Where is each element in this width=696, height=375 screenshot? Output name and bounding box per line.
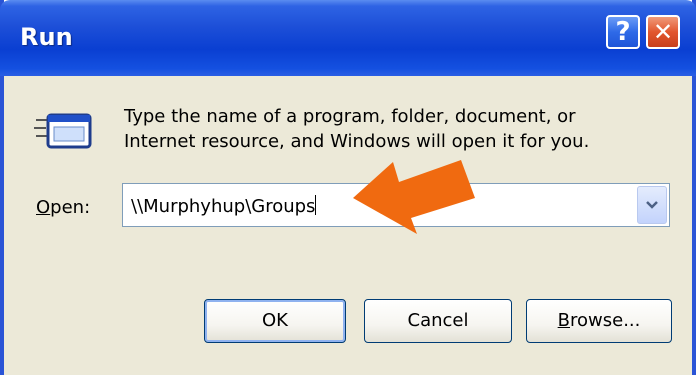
open-dropdown-button[interactable] xyxy=(637,186,667,224)
browse-button[interactable]: Browse... xyxy=(526,299,672,343)
close-button[interactable]: ✕ xyxy=(646,15,680,49)
orange-arrow-icon xyxy=(353,160,475,234)
window-title: Run xyxy=(20,23,73,51)
title-bar[interactable]: Run ? ✕ xyxy=(0,0,696,76)
dialog-body: Type the name of a program, folder, docu… xyxy=(4,76,692,375)
open-label-text: pen: xyxy=(50,197,91,218)
ok-button[interactable]: OK xyxy=(204,299,346,343)
open-label-accesskey: O xyxy=(36,197,51,218)
open-input-value: \\Murphyhup\Groups xyxy=(131,196,316,217)
open-input[interactable]: \\Murphyhup\Groups xyxy=(131,195,317,217)
cancel-button[interactable]: Cancel xyxy=(364,299,512,343)
run-program-icon xyxy=(34,113,92,149)
instructions-line-1: Type the name of a program, folder, docu… xyxy=(124,106,576,127)
run-dialog-window: Run ? ✕ Type the name of a program, fold… xyxy=(0,0,696,375)
open-label: Open: xyxy=(36,197,90,218)
browse-label: rowse... xyxy=(570,310,641,331)
text-caret xyxy=(315,195,317,215)
browse-accesskey: B xyxy=(557,310,570,331)
help-button[interactable]: ? xyxy=(606,15,640,49)
chevron-down-icon xyxy=(646,201,658,209)
